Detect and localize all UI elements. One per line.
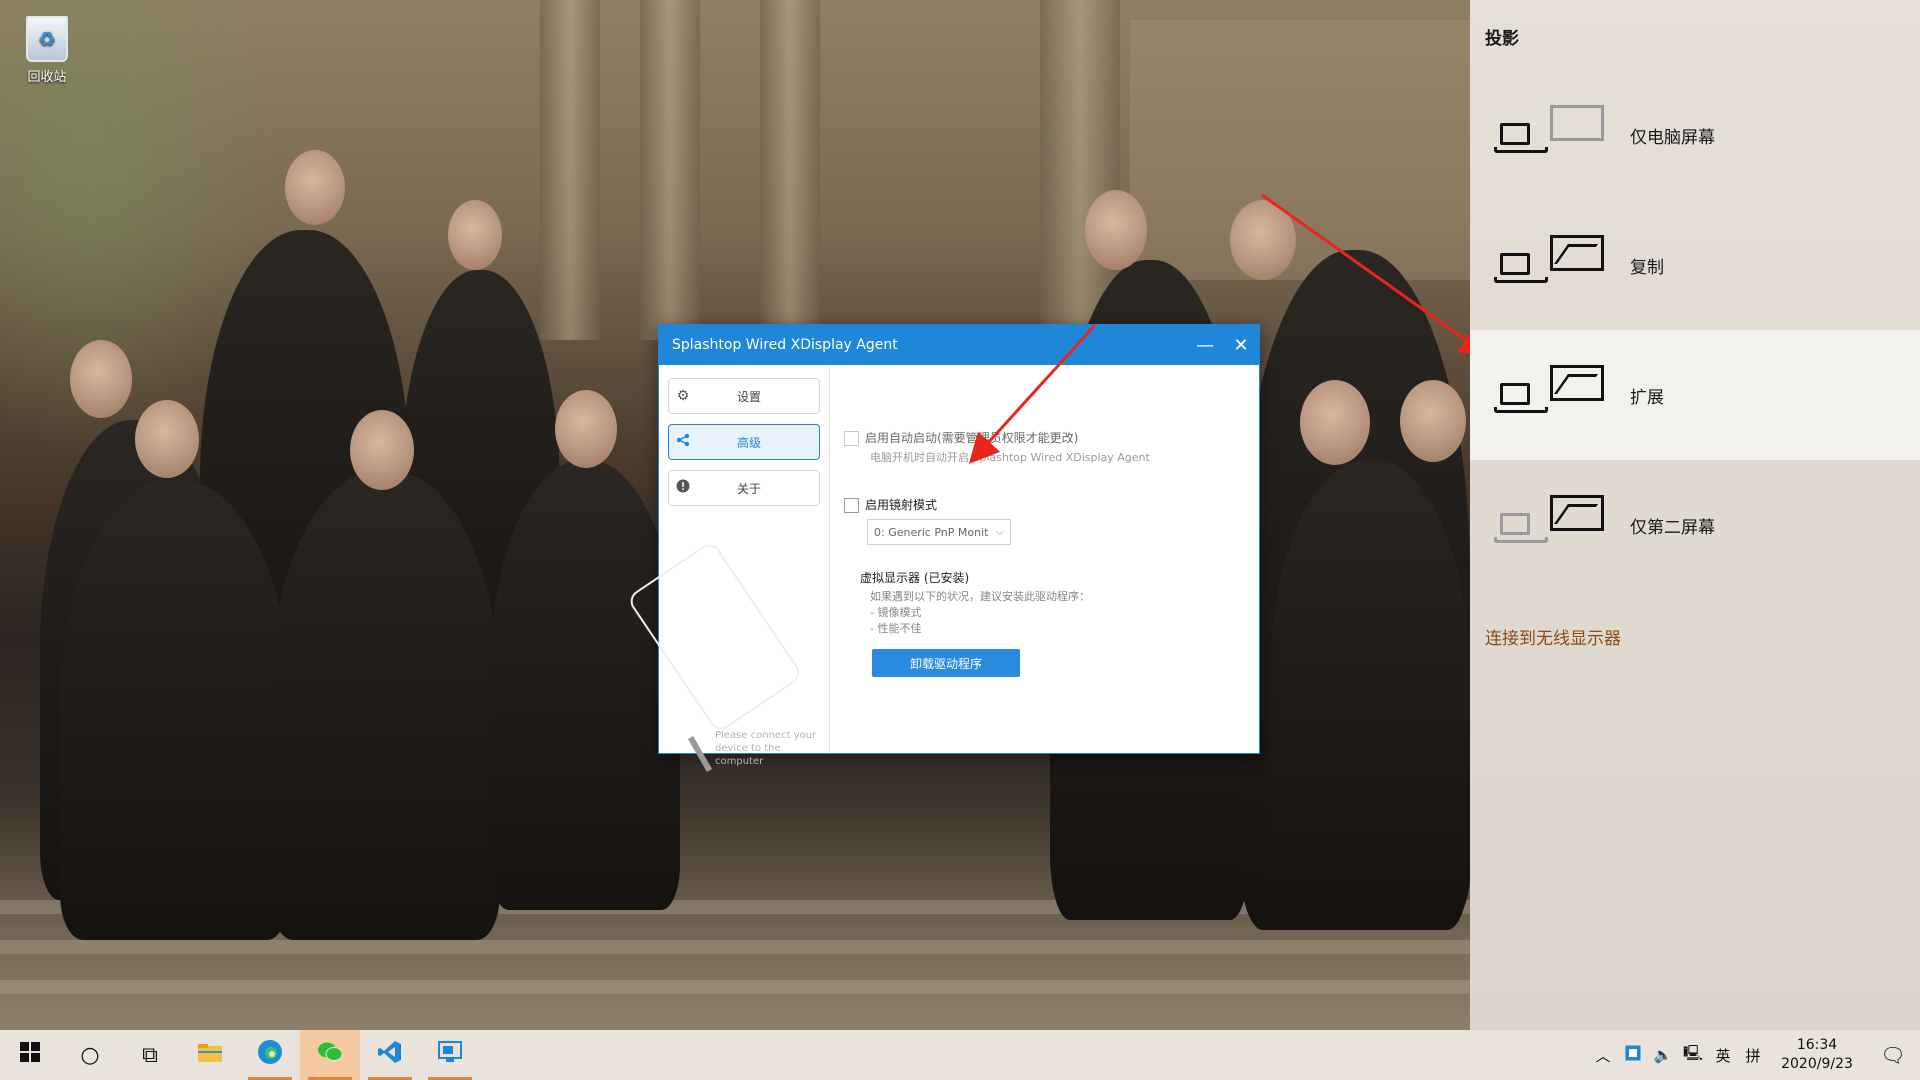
network-icon[interactable]: 🖳 [1678,1043,1708,1068]
person-head [555,390,617,468]
person-head [285,150,345,225]
volume-icon[interactable]: 🔈 [1648,1046,1678,1064]
folder-icon [198,1042,222,1068]
person-head [1230,200,1296,280]
recycle-bin-icon: ♻ [26,16,68,62]
virtual-display-title: 虚拟显示器 (已安装) [860,571,970,585]
task-view-button[interactable]: ⧉ [120,1030,180,1080]
start-button[interactable] [0,1030,60,1080]
nav-advanced[interactable]: 高级 [668,424,820,460]
project-panel-title: 投影 [1485,29,1519,49]
search-button[interactable]: ○ [60,1030,120,1080]
clock-date: 2020/9/23 [1781,1056,1853,1072]
person-head [350,410,414,490]
project-option-extend[interactable]: 扩展 [1470,330,1920,460]
person-figure [490,460,680,910]
person-head [448,200,502,270]
info-icon [669,479,697,497]
windows-logo-icon [20,1042,40,1068]
monitor-select-value: 0: Generic PnP Monit [874,525,989,539]
building-column [760,0,820,340]
gear-icon: ⚙ [676,388,690,404]
window-titlebar[interactable]: Splashtop Wired XDisplay Agent — ✕ [659,325,1259,365]
desktop-icon-label: 回收站 [27,70,67,85]
virtual-display-desc-line: 如果遇到以下的状况，建议安装此驱动程序： [870,590,1090,603]
nav-label: 高级 [736,435,761,450]
project-option-label: 复制 [1630,257,1664,278]
language-indicator[interactable]: 英 [1708,1045,1738,1066]
splashtop-tray-icon[interactable] [1618,1045,1648,1065]
search-circle-icon: ○ [80,1042,100,1068]
minimize-button[interactable]: — [1187,325,1223,365]
project-option-label: 扩展 [1630,387,1664,408]
splashtop-app-icon [438,1041,462,1069]
share-icon [669,433,697,451]
notification-icon[interactable]: 🗨 [1866,1043,1920,1067]
mirror-mode-checkbox[interactable] [844,498,859,513]
system-tray: ︿ 🔈 🖳 英 拼 16:34 2020/9/23 🗨 [1588,1030,1920,1080]
virtual-display-desc-line: - 镜像模式 [870,606,922,619]
nav-label: 关于 [736,481,761,496]
taskbar-vscode[interactable] [360,1030,420,1080]
chevron-up-icon[interactable]: ︿ [1588,1045,1618,1066]
taskbar-splashtop[interactable] [420,1030,480,1080]
person-head [70,340,132,418]
autostart-checkbox[interactable] [844,431,859,446]
person-head [1300,380,1370,465]
connect-wireless-display-link[interactable]: 连接到无线显示器 [1485,624,1621,649]
clock[interactable]: 16:34 2020/9/23 [1768,1036,1866,1074]
advanced-panel: 启用自动启动(需要管理员权限才能更改) 电脑开机时自动开启 Splashtop … [829,365,1259,753]
autostart-option[interactable]: 启用自动启动(需要管理员权限才能更改) [844,429,1078,446]
monitor-select[interactable]: 0: Generic PnP Monit ⌵ [867,519,1011,545]
task-view-icon: ⧉ [142,1042,158,1068]
project-option-duplicate[interactable]: 复制 [1470,200,1920,330]
building-facade [1130,20,1470,280]
vscode-icon [378,1040,402,1070]
wechat-icon [317,1041,343,1069]
person-head [1400,380,1466,462]
pc-screen-only-icon [1488,105,1618,165]
taskbar-file-explorer[interactable] [180,1030,240,1080]
person-figure [270,470,500,940]
mirror-mode-option[interactable]: 启用镜射模式 [844,496,937,513]
edge-browser-icon [257,1039,283,1071]
person-head [135,400,199,478]
person-figure [1270,460,1470,920]
stairs [0,980,1470,994]
building-column [640,0,700,340]
taskbar: ○ ⧉ ︿ 🔈 🖳 英 拼 16:34 2020/9/23 🗨 [0,1030,1920,1080]
uninstall-driver-button[interactable]: 卸载驱动程序 [872,649,1020,677]
close-button[interactable]: ✕ [1223,325,1259,365]
duplicate-icon [1488,235,1618,295]
virtual-display-description: 如果遇到以下的状况，建议安装此驱动程序： - 镜像模式 - 性能不佳 [870,589,1090,637]
ime-indicator[interactable]: 拼 [1738,1045,1768,1066]
splashtop-window: Splashtop Wired XDisplay Agent — ✕ ⚙ 设置 … [626,324,1260,772]
project-option-second-screen-only[interactable]: 仅第二屏幕 [1470,460,1920,590]
nav-about[interactable]: 关于 [668,470,820,506]
project-option-pc-screen-only[interactable]: 仅电脑屏幕 [1470,70,1920,200]
project-option-label: 仅第二屏幕 [1630,517,1715,538]
window-title: Splashtop Wired XDisplay Agent [672,337,898,353]
second-screen-only-icon [1488,495,1618,555]
desktop-icon-recycle-bin[interactable]: ♻ 回收站 [14,16,80,85]
window-sidebar: ⚙ 设置 高级 关于 Please connect your device to… [626,365,830,772]
stairs [0,940,1470,954]
extend-icon [1488,365,1618,425]
person-head [1085,190,1147,270]
clock-time: 16:34 [1796,1037,1838,1053]
mirror-mode-label: 启用镜射模式 [865,498,938,512]
taskbar-wechat[interactable] [300,1030,360,1080]
building-column [540,0,600,340]
nav-settings[interactable]: ⚙ 设置 [668,378,820,414]
connect-hint-text: Please connect your device to the comput… [715,730,817,767]
autostart-label: 启用自动启动(需要管理员权限才能更改) [865,431,1079,445]
project-panel: 投影 仅电脑屏幕 复制 扩展 仅第二屏幕 连接到无线显示器 [1470,0,1920,1030]
chevron-down-icon: ⌵ [995,525,1004,538]
autostart-description: 电脑开机时自动开启 Splashtop Wired XDisplay Agent [870,451,1150,464]
project-option-label: 仅电脑屏幕 [1630,127,1715,148]
virtual-display-desc-line: - 性能不佳 [870,622,922,635]
taskbar-edge[interactable] [240,1030,300,1080]
person-figure [60,480,290,940]
nav-label: 设置 [736,389,761,404]
